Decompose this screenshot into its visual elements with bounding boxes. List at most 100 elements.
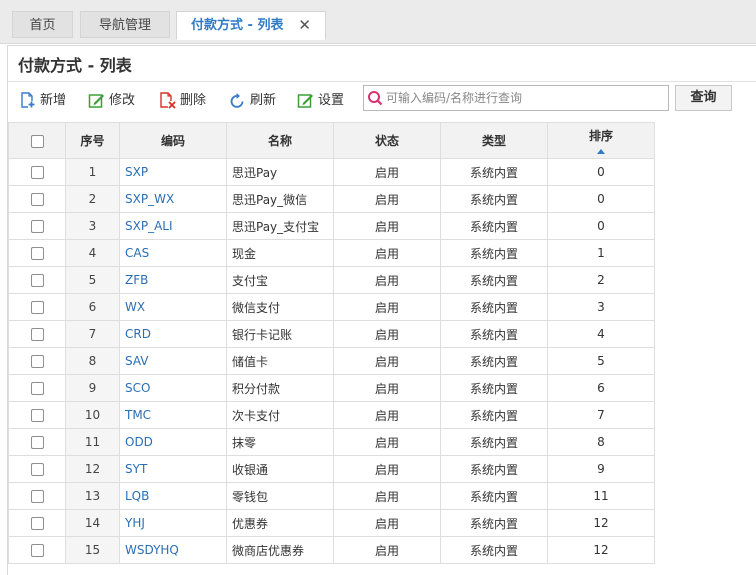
row-code[interactable]: CRD — [119, 320, 227, 348]
row-code[interactable]: LQB — [119, 482, 227, 510]
edit-label: 修改 — [109, 93, 136, 108]
table-row[interactable]: 9 SCO 积分付款 启用 系统内置 6 — [8, 374, 655, 402]
row-select-cell — [8, 320, 66, 348]
row-checkbox[interactable] — [30, 517, 44, 530]
delete-button[interactable]: 删除 — [159, 91, 215, 111]
row-seq: 13 — [65, 482, 120, 510]
tab-home[interactable]: 首页 — [12, 11, 73, 38]
edit-button[interactable]: 修改 — [88, 91, 144, 111]
row-type: 系统内置 — [440, 536, 548, 564]
row-checkbox[interactable] — [30, 463, 44, 476]
header-type[interactable]: 类型 — [440, 122, 548, 159]
row-seq: 8 — [65, 347, 120, 375]
row-select-cell — [8, 266, 66, 294]
row-code[interactable]: ODD — [119, 428, 227, 456]
settings-icon — [297, 94, 313, 108]
table-row[interactable]: 4 CAS 现金 启用 系统内置 1 — [8, 239, 655, 267]
row-checkbox[interactable] — [30, 436, 44, 449]
row-checkbox[interactable] — [30, 409, 44, 422]
row-sort: 4 — [547, 320, 655, 348]
table-row[interactable]: 3 SXP_ALI 思迅Pay_支付宝 启用 系统内置 0 — [8, 212, 655, 240]
row-status: 启用 — [333, 509, 441, 537]
row-code[interactable]: SYT — [119, 455, 227, 483]
row-type: 系统内置 — [440, 374, 548, 402]
row-code[interactable]: SCO — [119, 374, 227, 402]
tab-navigation-management[interactable]: 导航管理 — [80, 11, 170, 38]
table-row[interactable]: 12 SYT 收银通 启用 系统内置 9 — [8, 455, 655, 483]
edit-icon — [88, 94, 104, 108]
row-type: 系统内置 — [440, 158, 548, 186]
table-row[interactable]: 7 CRD 银行卡记账 启用 系统内置 4 — [8, 320, 655, 348]
row-name: 储值卡 — [226, 347, 334, 375]
row-code[interactable]: SXP — [119, 158, 227, 186]
row-select-cell — [8, 401, 66, 429]
row-sort: 0 — [547, 185, 655, 213]
content-panel: 付款方式 - 列表 新增 修改 删除 刷新 设置 可输入编码/名称进行查询 查询… — [7, 45, 756, 575]
row-code[interactable]: TMC — [119, 401, 227, 429]
row-sort: 11 — [547, 482, 655, 510]
row-type: 系统内置 — [440, 293, 548, 321]
table-row[interactable]: 6 WX 微信支付 启用 系统内置 3 — [8, 293, 655, 321]
row-code[interactable]: ZFB — [119, 266, 227, 294]
table-row[interactable]: 11 ODD 抹零 启用 系统内置 8 — [8, 428, 655, 456]
row-name: 思迅Pay — [226, 158, 334, 186]
close-icon[interactable]: ✕ — [298, 12, 311, 39]
row-code[interactable]: WSDYHQ — [119, 536, 227, 564]
row-seq: 7 — [65, 320, 120, 348]
table-row[interactable]: 8 SAV 储值卡 启用 系统内置 5 — [8, 347, 655, 375]
row-checkbox[interactable] — [30, 490, 44, 503]
row-code[interactable]: SXP_ALI — [119, 212, 227, 240]
row-checkbox[interactable] — [30, 382, 44, 395]
row-checkbox[interactable] — [30, 274, 44, 287]
row-name: 优惠券 — [226, 509, 334, 537]
row-status: 启用 — [333, 158, 441, 186]
header-sort: 排序 — [588, 129, 613, 143]
row-checkbox[interactable] — [30, 193, 44, 206]
row-status: 启用 — [333, 239, 441, 267]
table-row[interactable]: 5 ZFB 支付宝 启用 系统内置 2 — [8, 266, 655, 294]
row-checkbox[interactable] — [30, 247, 44, 260]
add-button[interactable]: 新增 — [19, 91, 75, 111]
row-code[interactable]: SAV — [119, 347, 227, 375]
table-row[interactable]: 1 SXP 思迅Pay 启用 系统内置 0 — [8, 158, 655, 186]
search-input[interactable] — [386, 88, 666, 108]
row-type: 系统内置 — [440, 185, 548, 213]
table-row[interactable]: 15 WSDYHQ 微商店优惠券 启用 系统内置 12 — [8, 536, 655, 564]
tab-payment-methods-list[interactable]: 付款方式 - 列表 ✕ — [176, 11, 326, 40]
delete-label: 删除 — [180, 93, 207, 108]
refresh-button[interactable]: 刷新 — [229, 91, 285, 111]
row-seq: 14 — [65, 509, 120, 537]
row-status: 启用 — [333, 401, 441, 429]
header-code[interactable]: 编码 — [119, 122, 227, 159]
row-checkbox[interactable] — [30, 166, 44, 179]
row-type: 系统内置 — [440, 509, 548, 537]
header-name[interactable]: 名称 — [226, 122, 334, 159]
refresh-label: 刷新 — [250, 93, 277, 108]
settings-button[interactable]: 设置 — [297, 91, 353, 111]
row-checkbox[interactable] — [30, 328, 44, 341]
row-status: 启用 — [333, 482, 441, 510]
row-name: 零钱包 — [226, 482, 334, 510]
row-name: 支付宝 — [226, 266, 334, 294]
row-code[interactable]: CAS — [119, 239, 227, 267]
row-checkbox[interactable] — [30, 355, 44, 368]
row-code[interactable]: YHJ — [119, 509, 227, 537]
select-all-checkbox[interactable] — [30, 134, 44, 148]
table-row[interactable]: 13 LQB 零钱包 启用 系统内置 11 — [8, 482, 655, 510]
header-sort-column[interactable]: 排序 — [547, 122, 655, 159]
row-checkbox[interactable] — [30, 544, 44, 557]
search-icon — [368, 91, 383, 106]
row-seq: 1 — [65, 158, 120, 186]
query-button[interactable]: 查询 — [675, 85, 732, 111]
row-checkbox[interactable] — [30, 301, 44, 314]
row-type: 系统内置 — [440, 320, 548, 348]
table-row[interactable]: 10 TMC 次卡支付 启用 系统内置 7 — [8, 401, 655, 429]
add-label: 新增 — [40, 93, 67, 108]
row-checkbox[interactable] — [30, 220, 44, 233]
table-row[interactable]: 14 YHJ 优惠券 启用 系统内置 12 — [8, 509, 655, 537]
row-sort: 1 — [547, 239, 655, 267]
row-code[interactable]: SXP_WX — [119, 185, 227, 213]
row-code[interactable]: WX — [119, 293, 227, 321]
table-row[interactable]: 2 SXP_WX 思迅Pay_微信 启用 系统内置 0 — [8, 185, 655, 213]
header-status[interactable]: 状态 — [333, 122, 441, 159]
